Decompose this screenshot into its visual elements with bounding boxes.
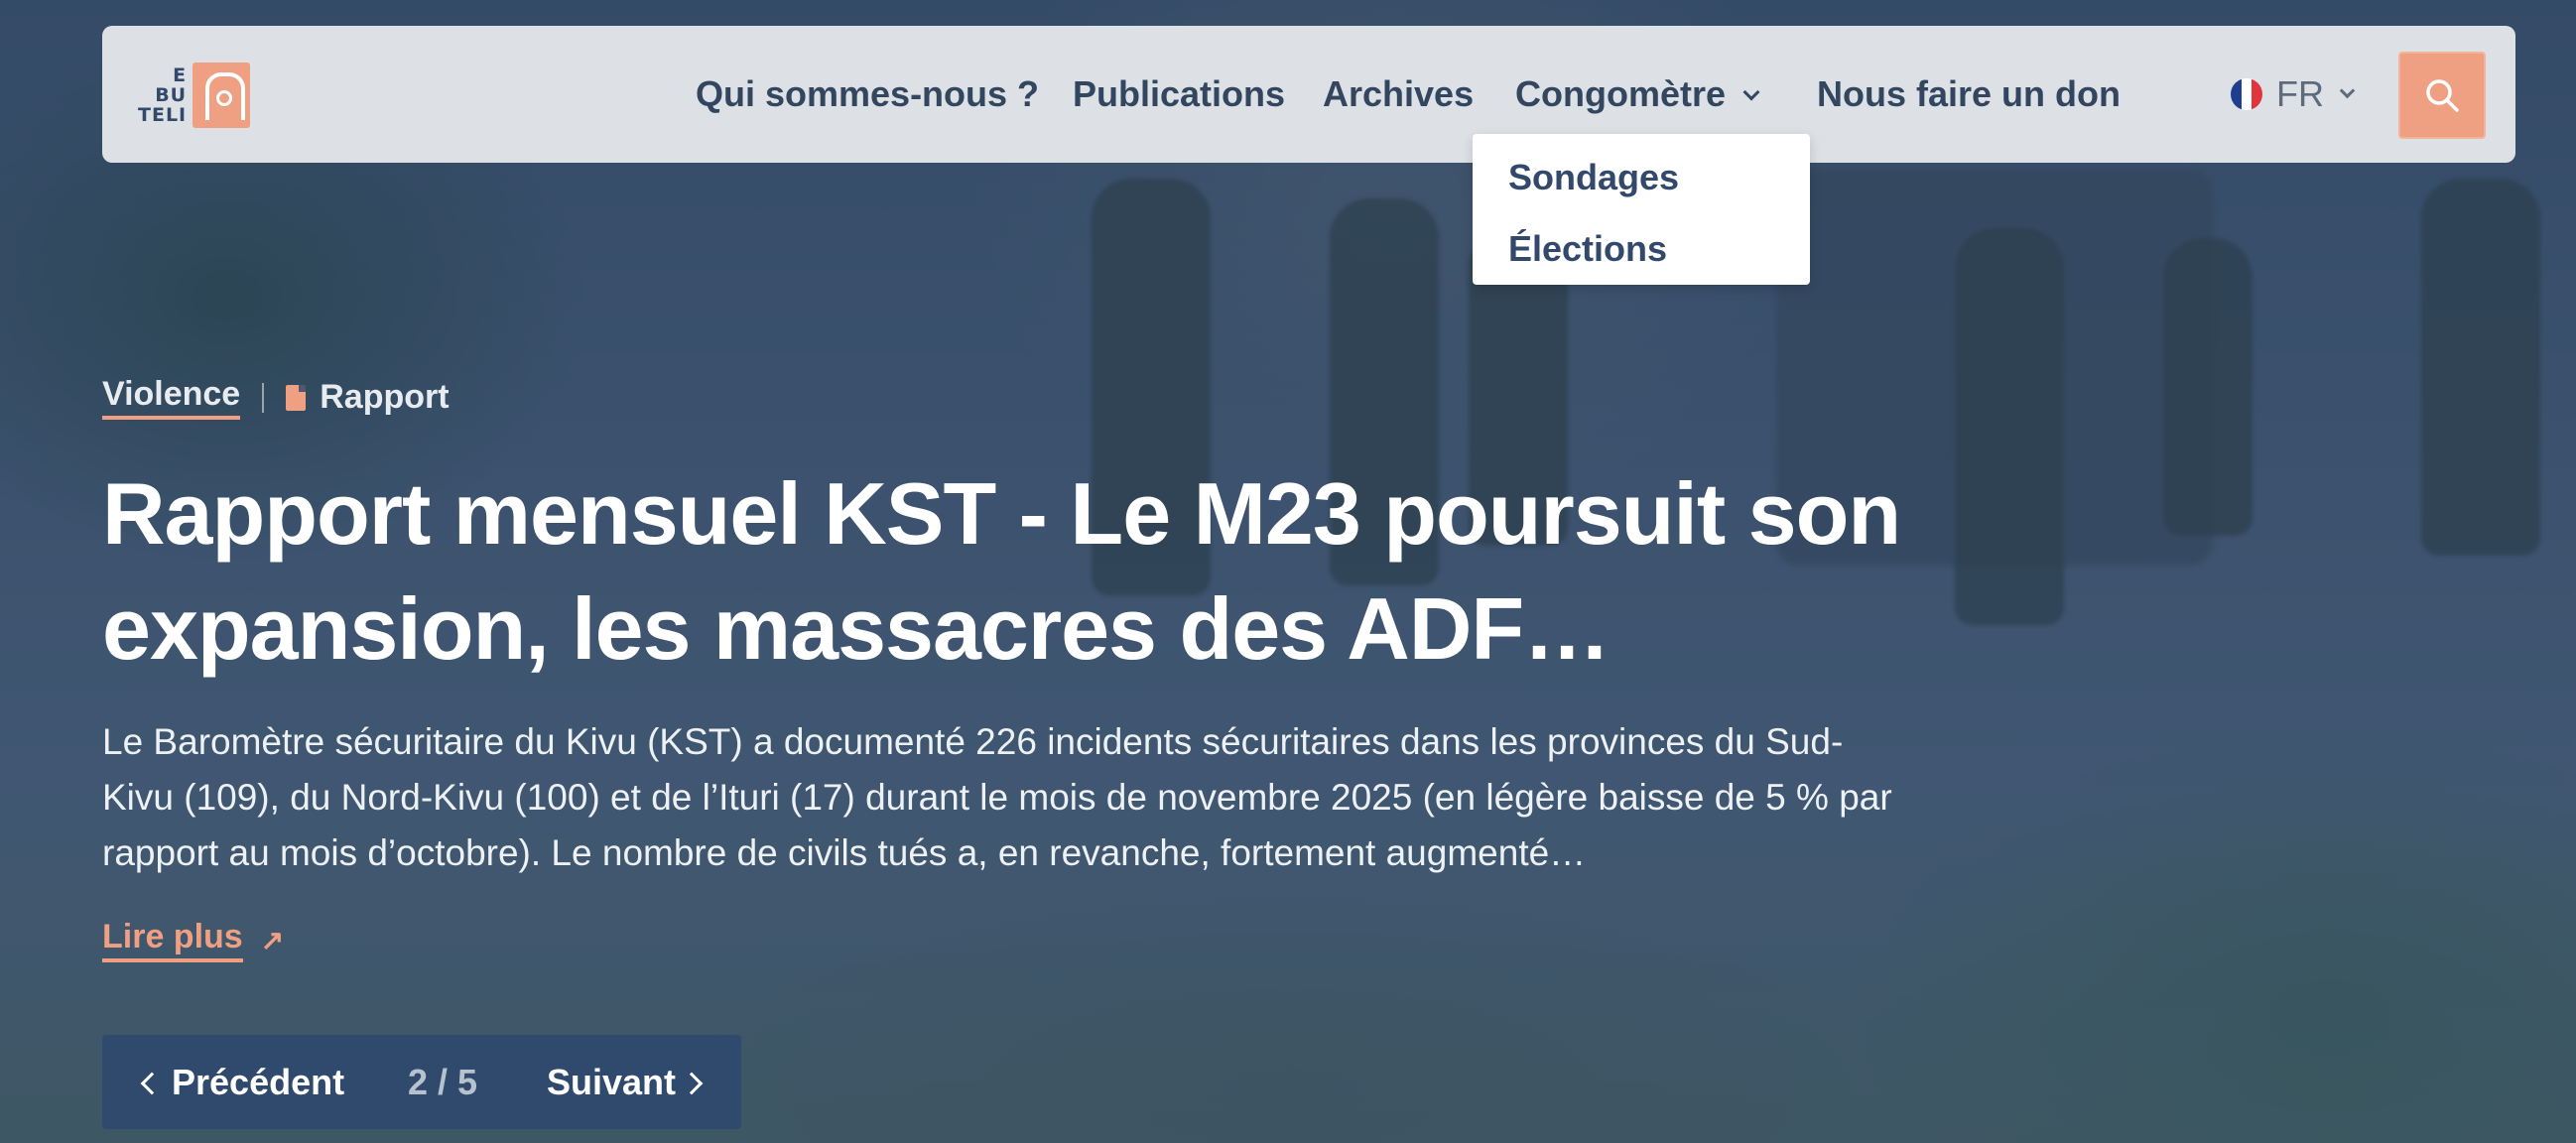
nav-item-donate[interactable]: Nous faire un don xyxy=(1817,26,2121,163)
site-header: E BU TELI Qui sommes-nous ? Publications… xyxy=(102,26,2515,163)
nav-item-about[interactable]: Qui sommes-nous ? xyxy=(696,26,1039,163)
tag-divider xyxy=(262,382,265,413)
document-icon xyxy=(286,384,307,411)
read-more-link[interactable]: Lire plus ↗ xyxy=(102,918,284,962)
carousel-pager: Précédent 2 / 5 Suivant xyxy=(102,1035,741,1129)
language-selector[interactable]: FR xyxy=(2231,26,2356,163)
language-code: FR xyxy=(2276,73,2324,114)
chevron-down-icon xyxy=(2339,82,2356,98)
category-link[interactable]: Violence xyxy=(102,375,241,420)
slide-counter: 2 / 5 xyxy=(408,1062,478,1102)
dropdown-item-sondages[interactable]: Sondages xyxy=(1473,148,1810,219)
nav-item-publications[interactable]: Publications xyxy=(1073,26,1285,163)
search-icon xyxy=(2426,79,2459,112)
main-nav: Qui sommes-nous ? Publications Archives … xyxy=(102,26,2515,163)
arrow-up-right-icon: ↗ xyxy=(260,925,285,955)
search-button[interactable] xyxy=(2398,52,2486,139)
chevron-down-icon xyxy=(1742,83,1760,101)
article-type: Rapport xyxy=(320,378,450,416)
next-button[interactable]: Suivant xyxy=(547,1035,704,1129)
read-more-label: Lire plus xyxy=(102,918,243,962)
chevron-right-icon xyxy=(680,1072,704,1095)
article-tags: Violence Rapport xyxy=(102,375,450,420)
france-flag-icon xyxy=(2231,78,2262,110)
chevron-left-icon xyxy=(140,1072,164,1095)
previous-button[interactable]: Précédent xyxy=(140,1035,344,1129)
congometre-dropdown: Sondages Élections xyxy=(1473,134,1810,285)
nav-item-archives[interactable]: Archives xyxy=(1323,26,1474,163)
article-summary: Le Baromètre sécuritaire du Kivu (KST) a… xyxy=(102,721,1892,873)
article-title[interactable]: Rapport mensuel KST - Le M23 poursuit so… xyxy=(102,456,1988,687)
dropdown-item-elections[interactable]: Élections xyxy=(1473,219,1810,291)
